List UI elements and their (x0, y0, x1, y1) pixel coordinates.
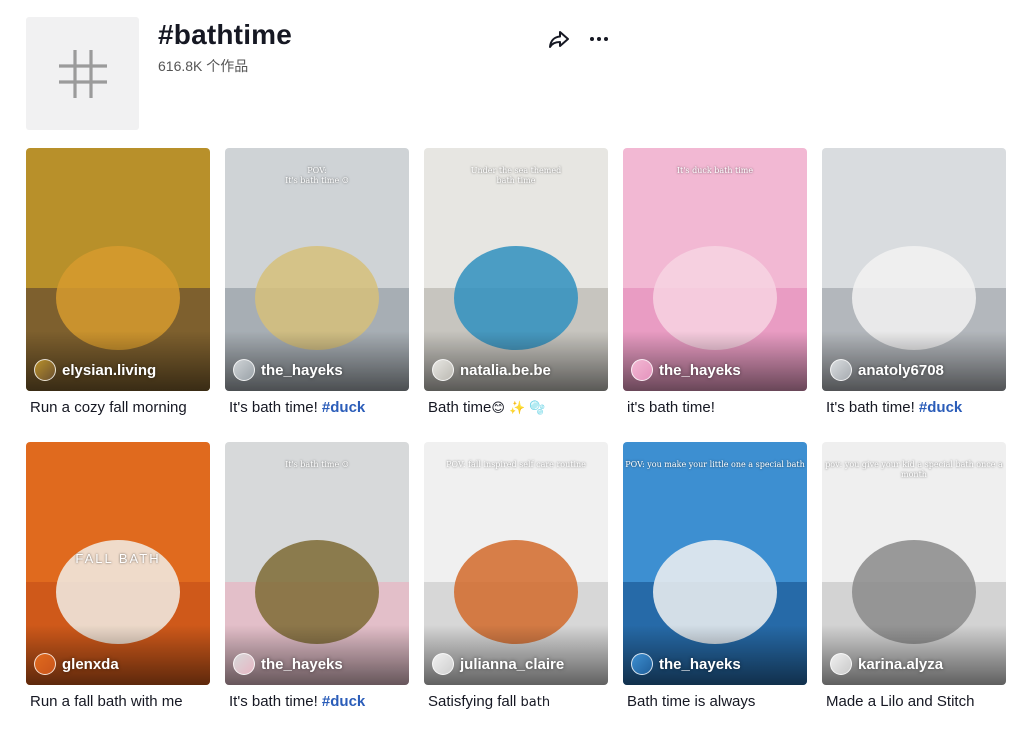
caption-text: It's bath time! (826, 399, 919, 416)
video-grid: elysian.living Run a cozy fall morning POV… (26, 148, 1006, 736)
video-card[interactable]: POV: It's bath time ☺ the_hayeks It's bath… (225, 148, 409, 442)
avatar (34, 359, 56, 381)
video-thumbnail[interactable]: It's bath time ☺ the_hayeks (225, 442, 409, 685)
author-name: natalia.be.be (460, 361, 551, 379)
caption-text: Bath time (428, 399, 492, 416)
video-thumbnail[interactable]: POV: fall inspired self care routine juli… (424, 442, 608, 685)
caption-text: Made a Lilo and Stitch (826, 693, 975, 710)
author-link[interactable]: natalia.be.be (432, 359, 551, 381)
caption-text: Bath time is always (627, 693, 756, 710)
video-caption[interactable]: It's bath time! #duck (225, 693, 409, 711)
video-card[interactable]: pov: you give your kid a special bath on… (822, 442, 1006, 736)
video-overlay-text: POV: you make your little one a special … (625, 460, 805, 469)
author-link[interactable]: glenxda (34, 653, 119, 675)
more-icon (590, 37, 608, 41)
caption-emoji: 😊 ✨ 🫧 (491, 401, 546, 416)
video-caption[interactable]: Run a cozy fall morning (26, 399, 210, 417)
video-overlay-text: FALL BATH (75, 551, 161, 566)
video-card[interactable]: It's duck bath time the_hayeks it's bath t… (623, 148, 807, 442)
video-overlay-text: POV: It's bath time ☺ (285, 166, 349, 185)
caption-emoji: bath (516, 695, 551, 710)
caption-text: It's bath time! (229, 399, 322, 416)
hashtag-avatar (26, 17, 139, 130)
video-overlay-text: pov: you give your kid a special bath on… (825, 460, 1003, 479)
avatar (830, 653, 852, 675)
author-name: the_hayeks (261, 655, 343, 673)
caption-text: it's bath time! (627, 399, 715, 416)
author-name: anatoly6708 (858, 361, 944, 379)
video-card[interactable]: Under the sea themed bath time natalia.be… (424, 148, 608, 442)
hashtag-header: #bathtime 616.8K 个作品 (0, 0, 1014, 140)
author-link[interactable]: the_hayeks (233, 359, 343, 381)
video-caption[interactable]: It's bath time! #duck (822, 399, 1006, 417)
author-link[interactable]: the_hayeks (631, 359, 741, 381)
video-thumbnail[interactable]: POV: It's bath time ☺ the_hayeks (225, 148, 409, 391)
video-overlay-text: It's duck bath time (676, 166, 754, 175)
video-thumbnail[interactable]: elysian.living (26, 148, 210, 391)
caption-text: It's bath time! (229, 693, 322, 710)
author-link[interactable]: the_hayeks (631, 653, 741, 675)
video-thumbnail[interactable]: POV: you make your little one a special … (623, 442, 807, 685)
author-name: the_hayeks (659, 655, 741, 673)
video-thumbnail[interactable]: pov: you give your kid a special bath on… (822, 442, 1006, 685)
video-thumbnail[interactable]: anatoly6708 (822, 148, 1006, 391)
avatar (432, 653, 454, 675)
author-name: karina.alyza (858, 655, 944, 673)
avatar (432, 359, 454, 381)
author-link[interactable]: the_hayeks (233, 653, 343, 675)
avatar (233, 653, 255, 675)
author-name: julianna_claire (460, 655, 565, 673)
video-thumbnail[interactable]: FALL BATH glenxda (26, 442, 210, 685)
video-card[interactable]: elysian.living Run a cozy fall morning (26, 148, 210, 442)
video-overlay-text: Under the sea themed bath time (470, 166, 562, 185)
hashtag-title: #bathtime (158, 19, 293, 50)
caption-hashtag-link[interactable]: #duck (322, 399, 365, 416)
avatar (34, 653, 56, 675)
caption-hashtag-link[interactable]: #duck (322, 693, 365, 710)
more-options-button[interactable] (586, 26, 612, 52)
caption-text: Run a cozy fall morning (30, 399, 187, 416)
video-card[interactable]: anatoly6708 It's bath time! #duck (822, 148, 1006, 442)
author-link[interactable]: karina.alyza (830, 653, 943, 675)
share-icon (549, 31, 569, 48)
video-card[interactable]: POV: you make your little one a special … (623, 442, 807, 736)
video-overlay-text: POV: fall inspired self care routine (446, 460, 586, 469)
video-card[interactable]: POV: fall inspired self care routine juli… (424, 442, 608, 736)
video-caption[interactable]: It's bath time! #duck (225, 399, 409, 417)
author-name: the_hayeks (261, 361, 343, 379)
video-card[interactable]: It's bath time ☺ the_hayeks It's bath time… (225, 442, 409, 736)
caption-text: Run a fall bath with me (30, 693, 183, 710)
video-caption[interactable]: it's bath time! (623, 399, 807, 417)
caption-hashtag-link[interactable]: #duck (919, 399, 962, 416)
video-overlay-text: It's bath time ☺ (285, 460, 349, 469)
avatar (631, 653, 653, 675)
video-card[interactable]: FALL BATH glenxda Run a fall bath with me (26, 442, 210, 736)
avatar (631, 359, 653, 381)
author-link[interactable]: elysian.living (34, 359, 156, 381)
share-button[interactable] (546, 26, 572, 52)
video-caption[interactable]: Bath time😊 ✨ 🫧 (424, 399, 608, 418)
avatar (830, 359, 852, 381)
video-count: 616.8K 个作品 (158, 58, 249, 74)
hashtag-icon (58, 49, 107, 98)
author-name: the_hayeks (659, 361, 741, 379)
caption-text: Satisfying fall (428, 693, 517, 710)
author-link[interactable]: anatoly6708 (830, 359, 944, 381)
video-caption[interactable]: Bath time is always (623, 693, 807, 711)
author-name: elysian.living (62, 361, 157, 379)
avatar (233, 359, 255, 381)
author-link[interactable]: julianna_claire (432, 653, 564, 675)
video-caption[interactable]: Made a Lilo and Stitch (822, 693, 1006, 711)
video-caption[interactable]: Satisfying fall bath (424, 693, 608, 712)
video-thumbnail[interactable]: It's duck bath time the_hayeks (623, 148, 807, 391)
video-thumbnail[interactable]: Under the sea themed bath time natalia.be… (424, 148, 608, 391)
author-name: glenxda (62, 655, 119, 673)
video-caption[interactable]: Run a fall bath with me (26, 693, 210, 711)
